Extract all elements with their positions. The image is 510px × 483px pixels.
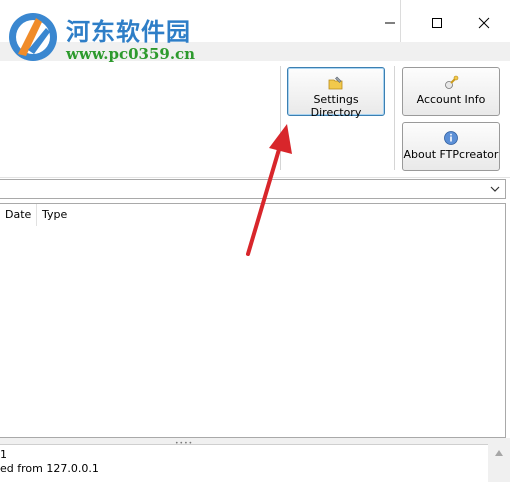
- close-icon: [478, 17, 490, 29]
- log-line: ed from 127.0.0.1: [0, 462, 99, 475]
- maximize-icon: [432, 18, 442, 28]
- minimize-icon: [385, 22, 395, 24]
- watermark-logo-icon: [9, 13, 57, 61]
- folder-wrench-icon: [328, 76, 343, 90]
- watermark-site-name: 河东软件园: [66, 17, 191, 46]
- column-header-type[interactable]: Type: [37, 204, 107, 226]
- toolbar-separator: [280, 66, 281, 170]
- toolbar-separator: [394, 66, 395, 170]
- file-list[interactable]: Date Type: [0, 203, 506, 438]
- account-info-label: Account Info: [416, 93, 486, 106]
- account-info-button[interactable]: Account Info: [402, 67, 500, 116]
- column-header-date[interactable]: Date: [0, 204, 37, 226]
- minimize-button[interactable]: [375, 8, 405, 38]
- log-line: 1: [0, 448, 7, 461]
- settings-directory-button[interactable]: Settings Directory: [287, 67, 385, 119]
- log-scrollbar[interactable]: [488, 444, 510, 482]
- account-key-icon: [445, 75, 459, 89]
- about-ftpcreator-button[interactable]: About FTPcreator: [402, 122, 500, 171]
- chevron-down-icon[interactable]: [489, 183, 501, 195]
- path-combobox[interactable]: [0, 179, 506, 199]
- about-ftpcreator-label: About FTPcreator: [403, 148, 499, 161]
- close-button[interactable]: [469, 8, 499, 38]
- maximize-button[interactable]: [422, 8, 452, 38]
- info-icon: [444, 131, 458, 145]
- settings-directory-label: Settings Directory: [310, 93, 362, 119]
- scroll-up-icon[interactable]: [493, 448, 505, 458]
- watermark-site-url: www.pc0359.cn: [66, 45, 196, 63]
